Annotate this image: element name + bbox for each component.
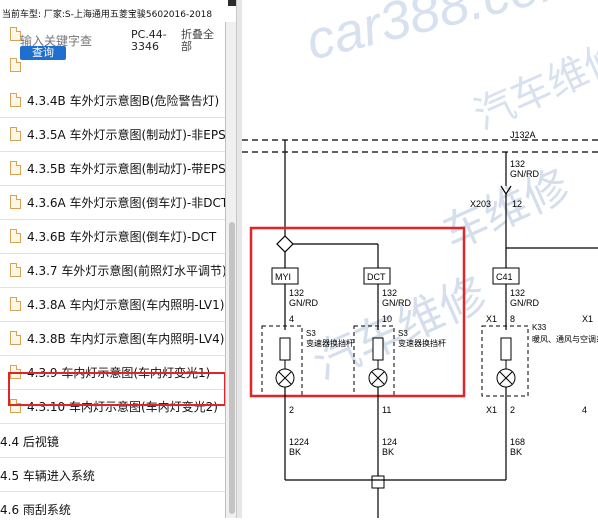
- tree-item[interactable]: 4.3.5B 车外灯示意图(制动灯)-带EPS: [0, 152, 226, 186]
- document-icon: [10, 58, 21, 72]
- document-icon: [10, 297, 21, 311]
- wire-color: GN/RD: [510, 169, 540, 179]
- connector-label: MYI: [275, 272, 291, 282]
- tree-section[interactable]: 4.6 雨刮系统: [0, 492, 225, 518]
- pin-number: 11: [382, 405, 391, 415]
- document-icon: [10, 263, 21, 277]
- component-id: S3: [398, 329, 408, 338]
- selection-highlight: [8, 372, 225, 406]
- wire-color: BK: [510, 447, 522, 457]
- resistor-symbol: [500, 337, 512, 361]
- fold-all-button[interactable]: 折叠全部: [181, 29, 223, 53]
- part-code: PC.44-3346: [131, 28, 167, 53]
- tree-section-label: 4.6 雨刮系统: [0, 503, 71, 517]
- component-id: K33: [532, 323, 547, 332]
- tree-item[interactable]: 4.3.8B 车内灯示意图(车内照明-LV4): [0, 322, 225, 356]
- component-name: 变速器换挡杆: [306, 338, 354, 348]
- connector-id: X1: [486, 405, 497, 415]
- wire-color: GN/RD: [510, 298, 540, 308]
- pin-number: 4: [582, 405, 587, 415]
- wire-color: BK: [382, 447, 394, 457]
- tree-item-label: 4.3.4B 车外灯示意图B(危险警告灯): [27, 94, 220, 108]
- tree-item[interactable]: 4.3.6A 车外灯示意图(倒车灯)-非DCT: [0, 186, 226, 220]
- resistor-symbol: [279, 337, 291, 361]
- tree-section[interactable]: 4.5 车辆进入系统: [0, 458, 225, 492]
- tree-item-label: 4.3.6B 车外灯示意图(倒车灯)-DCT: [27, 230, 217, 244]
- watermark-cn-3: 汽车维修网: [468, 17, 598, 139]
- document-icon: [10, 195, 21, 209]
- wire-number: 124: [382, 437, 397, 447]
- document-icon: [10, 229, 21, 243]
- tree-list: 4.3.4B 车外灯示意图B(危险警告灯) 4.3.5A 车外灯示意图(制动灯)…: [0, 84, 226, 518]
- connector-id: X1: [582, 314, 593, 324]
- search-button[interactable]: 查询: [20, 46, 66, 60]
- tree-item-label: 4.3.8A 车内灯示意图(车内照明-LV1): [27, 298, 225, 312]
- tree-item-label: 4.3.6A 车外灯示意图(倒车灯)-非DCT: [27, 196, 226, 210]
- component-name: 暖风、通风与空调系统控制模块: [532, 334, 598, 344]
- tree-item[interactable]: 4.3.6B 车外灯示意图(倒车灯)-DCT: [0, 220, 225, 254]
- wire-color: GN/RD: [382, 298, 412, 308]
- tree-item[interactable]: 4.3.4B 车外灯示意图B(危险警告灯): [0, 84, 225, 118]
- tree-section-label: 4.5 车辆进入系统: [0, 469, 95, 483]
- wiring-diagram[interactable]: car388.com 车维修 汽车维修 汽车维修网 J132A 132 GN/R…: [242, 0, 598, 518]
- document-icon: [10, 93, 21, 107]
- component-id: S3: [306, 329, 316, 338]
- tree-item[interactable]: 4.3.7 车外灯示意图(前照灯水平调节): [0, 254, 226, 288]
- tree-section-label: 4.4 后视镜: [0, 435, 59, 449]
- pin-number: 2: [289, 405, 294, 415]
- tree-item-label: 4.3.5A 车外灯示意图(制动灯)-非EPS: [27, 128, 226, 142]
- wire-number: 132: [510, 288, 525, 298]
- tree-item[interactable]: 4.3.5A 车外灯示意图(制动灯)-非EPS: [0, 118, 226, 152]
- connector-label: C41: [496, 272, 513, 282]
- watermark-cn-2: 汽车维修: [305, 267, 494, 389]
- wire-number: 132: [510, 159, 525, 169]
- wire-number: 1224: [289, 437, 309, 447]
- pin-number: 12: [512, 199, 522, 209]
- tree-item-label: 4.3.5B 车外灯示意图(制动灯)-带EPS: [27, 162, 226, 176]
- document-icon: [10, 127, 21, 141]
- connector-label: J132A: [510, 130, 536, 140]
- splice-diamond: [276, 235, 294, 253]
- connector-label: DCT: [367, 272, 386, 282]
- connector-id: X1: [486, 314, 497, 324]
- tree-item-label: 4.3.7 车外灯示意图(前照灯水平调节): [27, 264, 226, 278]
- component-name: 变速器换挡杆: [398, 338, 446, 348]
- search-row: 查询 PC.44-3346 折叠全部: [0, 22, 225, 82]
- tree-panel: 查询 PC.44-3346 折叠全部 4.3.4B 车外灯示意图B(危险警告灯)…: [0, 22, 226, 518]
- pin-number: 4: [289, 314, 294, 324]
- pin-number: 2: [510, 405, 515, 415]
- tree-item[interactable]: 4.3.8A 车内灯示意图(车内照明-LV1): [0, 288, 225, 322]
- tree-section[interactable]: 4.4 后视镜: [0, 424, 225, 458]
- document-icon: [10, 331, 21, 345]
- resistor-symbol: [372, 337, 384, 361]
- pin-number: 10: [382, 314, 392, 324]
- wire-number: 132: [289, 288, 304, 298]
- tree-scrollbar-thumb[interactable]: [229, 222, 235, 514]
- wire-color: BK: [289, 447, 301, 457]
- connector-id: X203: [470, 199, 491, 209]
- watermark: car388.com: [300, 0, 588, 72]
- diagram-canvas: car388.com 车维修 汽车维修 汽车维修网 J132A 132 GN/R…: [242, 0, 598, 518]
- pin-number: 8: [510, 314, 515, 324]
- vehicle-info: 当前车型: 厂家:S-上海通用五菱宝骏5602016-2018: [2, 10, 213, 20]
- wire-number: 168: [510, 437, 525, 447]
- wire-number: 132: [382, 288, 397, 298]
- document-icon: [10, 161, 21, 175]
- ground-connector: [371, 475, 385, 489]
- tree-item-label: 4.3.8B 车内灯示意图(车内照明-LV4): [27, 332, 225, 346]
- wire-color: GN/RD: [289, 298, 319, 308]
